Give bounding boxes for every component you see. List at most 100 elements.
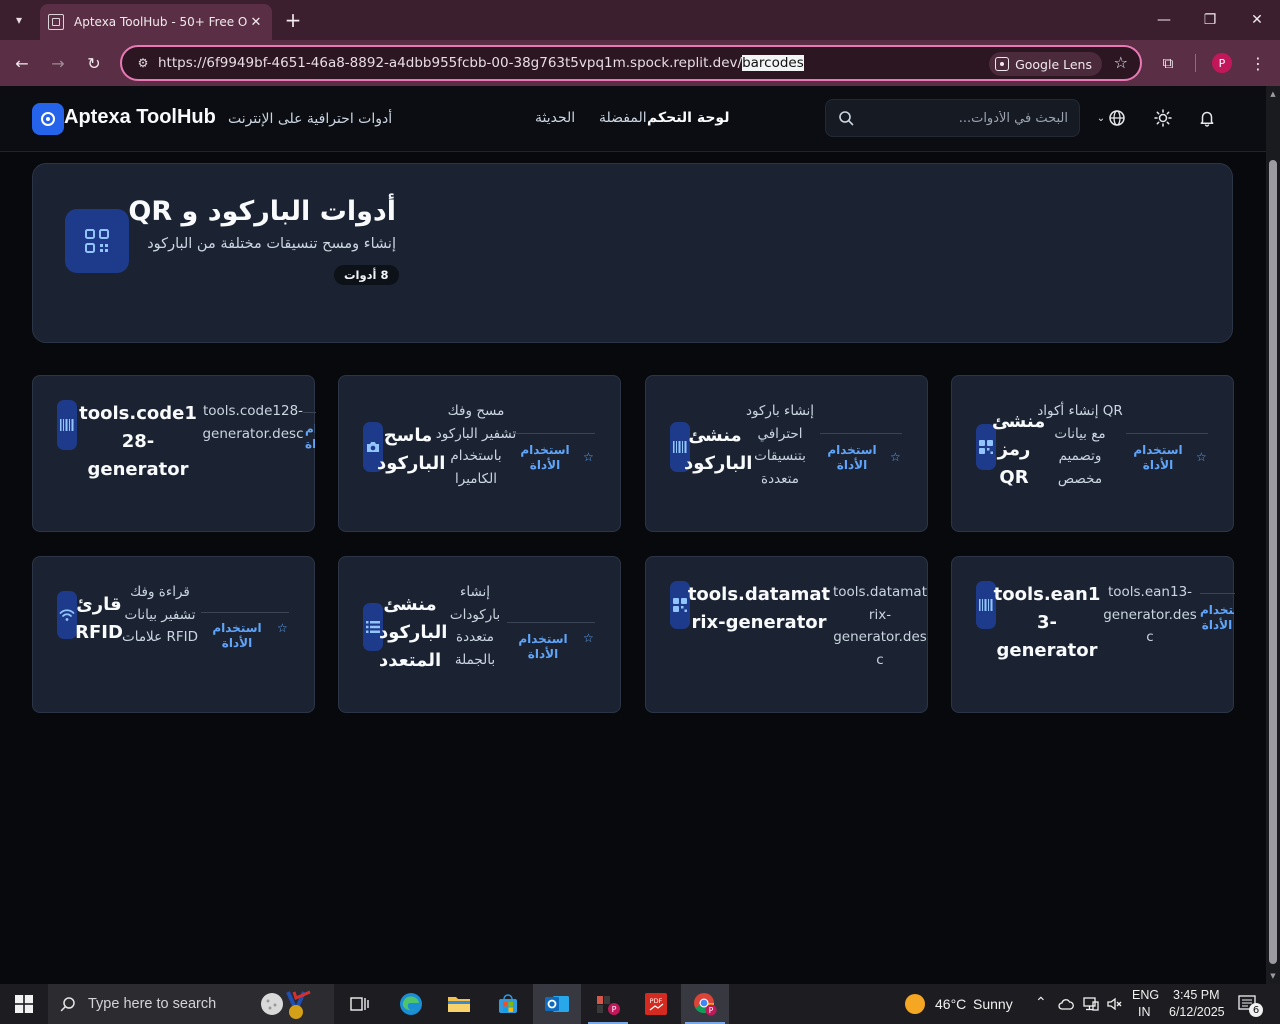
clock-date[interactable]: 6/12/2025 <box>1169 1005 1225 1019</box>
lens-icon <box>995 57 1010 71</box>
tool-card-code128-generator[interactable]: tools.code128-generator tools.code128-ge… <box>32 375 316 532</box>
weather-condition[interactable]: Sunny <box>973 996 1013 1012</box>
card-title: tools.ean13-generator <box>993 584 1101 661</box>
tray-cloud-icon[interactable] <box>1058 996 1074 1010</box>
weather-sun-icon[interactable] <box>905 994 925 1014</box>
task-view-icon[interactable] <box>336 984 384 1024</box>
browser-toolbar: ← → ↻ ⚙ https://6f9949bf-4651-46a8-8892-… <box>0 40 1280 86</box>
use-tool-link[interactable]: استخدام الأداة <box>1132 443 1184 473</box>
search-input[interactable] <box>862 100 1070 136</box>
reload-button[interactable]: ↻ <box>80 49 108 77</box>
bookmark-star-icon[interactable]: ☆ <box>1114 53 1128 72</box>
card-divider <box>513 433 595 434</box>
brand-tagline: أدوات احترافية على الإنترنت <box>228 111 393 127</box>
tool-card-qr-generator[interactable]: منشئ رمز QR إنشاء أكواد QR مع بيانات وتص… <box>951 375 1234 532</box>
card-title: قارئ RFID <box>75 594 123 643</box>
site-info-icon[interactable]: ⚙ <box>128 56 158 70</box>
new-tab-button[interactable]: + <box>282 9 304 31</box>
browser-tab-active[interactable]: Aptexa ToolHub - 50+ Free Onl ✕ <box>40 4 272 40</box>
taskbar-search-box[interactable]: Type here to search <box>48 984 334 1024</box>
tab-search-button[interactable]: ▾ <box>6 8 32 32</box>
favorite-star-icon[interactable]: ☆ <box>277 621 288 635</box>
restore-button[interactable]: ❐ <box>1187 0 1233 40</box>
page-subtitle: إنشاء ومسح تنسيقات مختلفة من الباركود <box>147 236 396 252</box>
use-tool-link[interactable]: استخدام الأداة <box>519 443 571 473</box>
use-tool-link[interactable]: استخدام الأداة <box>201 621 273 651</box>
page-title: أدوات الباركود و QR <box>128 196 396 227</box>
tray-chevron-up-icon[interactable]: ⌃ <box>1035 994 1047 1011</box>
use-tool-link[interactable]: استخدام الأداة <box>507 632 579 662</box>
tool-search-box <box>825 99 1080 137</box>
card-description: tools.ean13-generator.desc <box>1103 584 1197 645</box>
card-description: إنشاء باركودات متعددة بالجملة <box>449 584 501 668</box>
svg-text:P: P <box>612 1005 617 1014</box>
tab-close-icon[interactable]: ✕ <box>248 14 264 30</box>
pdf-app-icon[interactable]: PDF <box>632 984 680 1024</box>
google-lens-button[interactable]: Google Lens <box>989 52 1102 76</box>
extensions-icon[interactable]: ⧉ <box>1156 51 1180 75</box>
tool-card-barcode-scanner[interactable]: ماسح الباركود مسح وفك تشفير الباركود باس… <box>338 375 621 532</box>
input-region[interactable]: IN <box>1138 1005 1151 1019</box>
tool-card-rfid-reader[interactable]: قارئ RFID قراءة وفك تشفير بيانات علامات … <box>32 556 315 713</box>
favorite-star-icon[interactable]: ☆ <box>1196 450 1207 464</box>
browser-tab-bar: ▾ Aptexa ToolHub - 50+ Free Onl ✕ + — ❐ … <box>0 0 1280 40</box>
tool-card-barcode-generator[interactable]: منشئ الباركود إنشاء باركود احترافي بتنسي… <box>645 375 928 532</box>
project-app-icon[interactable]: P <box>584 984 632 1024</box>
outlook-icon[interactable] <box>533 984 581 1024</box>
card-title: tools.code128-generator <box>79 403 197 480</box>
microsoft-store-icon[interactable] <box>484 984 532 1024</box>
favorite-star-icon[interactable]: ☆ <box>583 450 594 464</box>
theme-sun-icon[interactable] <box>1153 108 1173 128</box>
forward-button[interactable]: → <box>44 49 72 77</box>
page-viewport: Aptexa ToolHub أدوات احترافية على الإنتر… <box>0 86 1266 984</box>
file-explorer-icon[interactable] <box>435 984 483 1024</box>
tool-card-ean13-generator[interactable]: tools.ean13-generator tools.ean13-genera… <box>951 556 1235 713</box>
favorite-star-icon[interactable]: ☆ <box>890 450 901 464</box>
search-icon <box>839 111 854 126</box>
weather-temperature[interactable]: 46°C <box>935 996 966 1012</box>
card-description: إنشاء باركود احترافي بتنسيقات متعددة <box>745 403 815 487</box>
tab-title: Aptexa ToolHub - 50+ Free Onl <box>74 15 248 29</box>
use-tool-link[interactable]: استخدام الأداة <box>826 443 878 473</box>
input-language[interactable]: ENG <box>1132 988 1159 1002</box>
page-scrollbar[interactable]: ▲ ▼ <box>1266 86 1280 984</box>
edge-browser-icon[interactable] <box>387 984 435 1024</box>
scrollbar-thumb[interactable] <box>1269 160 1277 964</box>
brand-logo-icon[interactable] <box>32 103 64 135</box>
scroll-down-icon[interactable]: ▼ <box>1269 972 1277 980</box>
search-highlight-medal-icon <box>261 990 311 1019</box>
scroll-up-icon[interactable]: ▲ <box>1269 90 1277 98</box>
brand-name[interactable]: Aptexa ToolHub <box>64 106 216 129</box>
nav-dashboard[interactable]: لوحة التحكم <box>647 110 729 126</box>
nav-favorites[interactable]: المفضلة <box>599 110 647 126</box>
card-description: tools.code128-generator.desc <box>202 403 304 442</box>
card-description: tools.datamatrix-generator.desc <box>832 584 927 668</box>
windows-start-icon[interactable] <box>0 984 48 1024</box>
browser-menu-icon[interactable]: ⋮ <box>1248 52 1268 74</box>
tool-card-bulk-barcode-generator[interactable]: منشئ الباركود المتعدد إنشاء باركودات متع… <box>338 556 621 713</box>
close-window-button[interactable]: ✕ <box>1234 0 1280 40</box>
svg-text:P: P <box>709 1006 714 1015</box>
notification-count-badge: 6 <box>1249 1003 1263 1017</box>
tool-card-datamatrix-generator[interactable]: tools.datamatrix-generator tools.datamat… <box>645 556 928 713</box>
taskbar-search-icon <box>60 997 75 1012</box>
url-text[interactable]: https://6f9949bf-4651-46a8-8892-a4dbb955… <box>158 55 804 71</box>
network-icon[interactable] <box>1083 996 1099 1012</box>
back-button[interactable]: ← <box>8 49 36 77</box>
card-description: مسح وفك تشفير الباركود باستخدام الكاميرا <box>435 403 517 487</box>
address-bar[interactable]: ⚙ https://6f9949bf-4651-46a8-8892-a4dbb9… <box>120 45 1142 81</box>
profile-avatar[interactable]: P <box>1212 53 1232 73</box>
card-description: قراءة وفك تشفير بيانات علامات RFID <box>122 584 198 645</box>
minimize-button[interactable]: — <box>1141 0 1187 40</box>
clock-time[interactable]: 3:45 PM <box>1173 988 1220 1002</box>
notification-bell-icon[interactable] <box>1197 108 1217 128</box>
language-globe-icon[interactable] <box>1107 108 1127 128</box>
volume-muted-icon[interactable] <box>1106 996 1122 1012</box>
card-divider <box>201 612 289 613</box>
nav-recent[interactable]: الحديثة <box>535 110 575 126</box>
use-tool-link[interactable]: استخدام الأداة <box>305 422 315 452</box>
chevron-down-icon[interactable]: ⌄ <box>1094 108 1108 128</box>
favorite-star-icon[interactable]: ☆ <box>583 631 594 645</box>
chrome-browser-icon[interactable]: P <box>681 984 729 1024</box>
use-tool-link[interactable]: استخدام الأداة <box>1200 603 1234 633</box>
